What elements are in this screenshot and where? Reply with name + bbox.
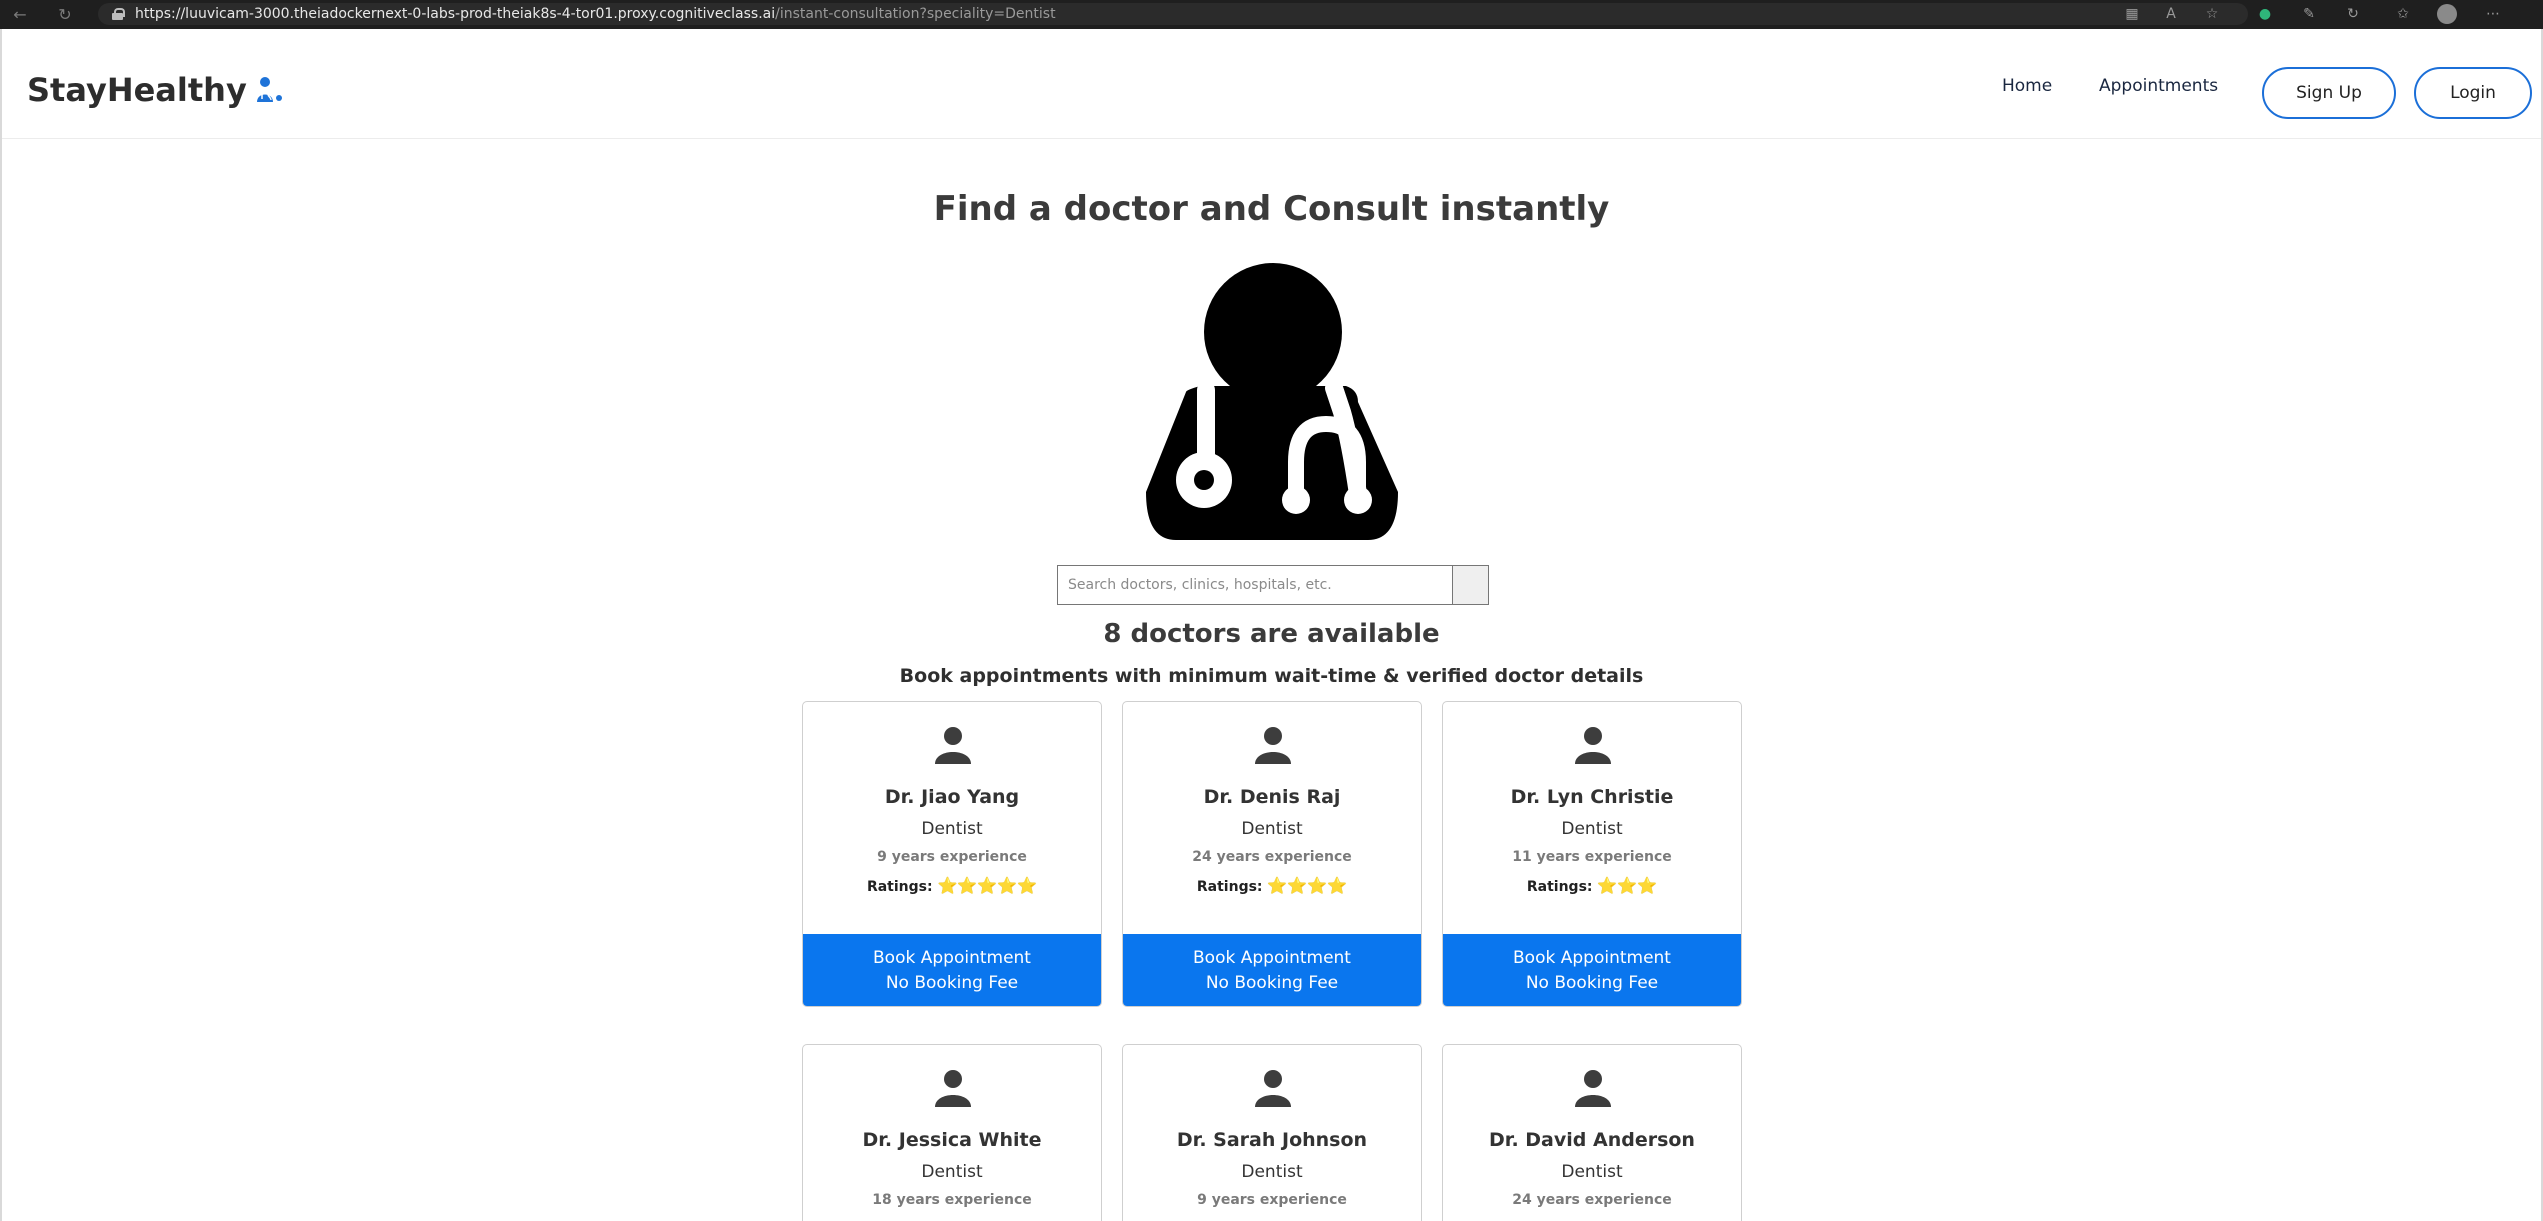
doctor-speciality: Dentist (1561, 1162, 1623, 1182)
url-path: /instant-consultation?speciality=Dentist (775, 6, 1056, 22)
doctor-ratings: Ratings: ⭐⭐⭐⭐⭐ (803, 876, 1101, 895)
doctor-card: Dr. David Anderson Dentist 24 years expe… (1442, 1044, 1742, 1221)
book-appointment-button[interactable]: Book Appointment No Booking Fee (1123, 934, 1421, 1006)
sync-icon[interactable]: ↻ (2343, 4, 2363, 24)
person-icon (1255, 727, 1291, 764)
more-icon[interactable]: ⋯ (2483, 4, 2503, 24)
person-icon (1575, 1070, 1611, 1107)
signup-button[interactable]: Sign Up (2262, 67, 2396, 119)
doctor-card: Dr. Jessica White Dentist 18 years exper… (802, 1044, 1102, 1221)
rating-stars: ⭐⭐⭐⭐⭐ (937, 876, 1038, 895)
doctor-name: Dr. Jiao Yang (884, 786, 1020, 808)
page: StayHealthy Home Appointments Sign Up Lo… (0, 29, 2543, 1221)
favorite-star-icon[interactable]: ☆ (2202, 4, 2222, 24)
booking-fee-label: No Booking Fee (1525, 973, 1659, 993)
brand-name: StayHealthy (27, 71, 247, 109)
doctor-experience: 18 years experience (872, 1192, 1032, 1208)
book-appointment-label: Book Appointment (1193, 948, 1351, 968)
doctor-ratings: Ratings: ⭐⭐⭐ (1443, 876, 1741, 895)
doctor-speciality: Dentist (921, 819, 983, 839)
book-appointment-label: Book Appointment (873, 948, 1031, 968)
ratings-label: Ratings: (866, 879, 933, 895)
doctor-name: Dr. Sarah Johnson (1176, 1129, 1368, 1151)
back-icon[interactable]: ← (10, 4, 30, 24)
book-appointment-label: Book Appointment (1513, 948, 1671, 968)
doctor-name: Dr. Denis Raj (1203, 786, 1341, 808)
person-icon (935, 727, 971, 764)
book-appointment-button[interactable]: Book Appointment No Booking Fee (803, 934, 1101, 1006)
book-appointment-button[interactable]: Book Appointment No Booking Fee (1443, 934, 1741, 1006)
doctor-card: Dr. Jiao Yang Dentist 9 years experience… (802, 701, 1102, 1007)
doctor-name: Dr. Jessica White (862, 1129, 1042, 1151)
nav-appointments-link[interactable]: Appointments (2099, 76, 2218, 96)
doctor-speciality: Dentist (1241, 819, 1303, 839)
url-host: https://luuvicam-3000.theiadockernext-0-… (135, 6, 776, 22)
doctor-experience: 24 years experience (1512, 1192, 1672, 1208)
login-button[interactable]: Login (2414, 67, 2532, 119)
doctor-ratings: Ratings: ⭐⭐⭐⭐ (1123, 876, 1421, 895)
page-title: Find a doctor and Consult instantly (933, 189, 1610, 229)
doctor-card: Dr. Lyn Christie Dentist 11 years experi… (1442, 701, 1742, 1007)
profile-avatar[interactable] (2437, 4, 2457, 24)
doctor-count: 8 doctors are available (1103, 619, 1440, 649)
doctor-speciality: Dentist (1241, 1162, 1303, 1182)
doctor-name: Dr. Lyn Christie (1510, 786, 1674, 808)
apps-icon[interactable]: ▦ (2122, 4, 2142, 24)
address-bar[interactable]: https://luuvicam-3000.theiadockernext-0-… (98, 3, 2248, 25)
doctor-experience: 9 years experience (1197, 1192, 1347, 1208)
subheading: Book appointments with minimum wait-time… (899, 665, 1644, 687)
doctor-speciality: Dentist (921, 1162, 983, 1182)
doctor-logo-icon (256, 77, 282, 102)
rating-stars: ⭐⭐⭐ (1597, 876, 1658, 895)
browser-toolbar: ← ↻ https://luuvicam-3000.theiadockernex… (0, 0, 2543, 29)
booking-fee-label: No Booking Fee (1205, 973, 1339, 993)
rating-stars: ⭐⭐⭐⭐ (1267, 876, 1348, 895)
nav-home-link[interactable]: Home (2002, 76, 2052, 96)
doctor-name: Dr. David Anderson (1489, 1129, 1695, 1151)
brand-logo[interactable]: StayHealthy (27, 71, 287, 109)
read-aloud-icon[interactable]: A (2161, 4, 2181, 24)
extension-icon[interactable]: ✎ (2299, 4, 2319, 24)
favorites-icon[interactable]: ✩ (2393, 4, 2413, 24)
doctor-card: Dr. Sarah Johnson Dentist 9 years experi… (1122, 1044, 1422, 1221)
ratings-label: Ratings: (1196, 879, 1263, 895)
person-icon (1575, 727, 1611, 764)
doctor-search (1057, 565, 1489, 605)
search-button[interactable] (1452, 565, 1489, 605)
doctor-speciality: Dentist (1561, 819, 1623, 839)
reload-icon[interactable]: ↻ (55, 4, 75, 24)
booking-fee-label: No Booking Fee (885, 973, 1019, 993)
doctor-card: Dr. Denis Raj Dentist 24 years experienc… (1122, 701, 1422, 1007)
doctor-experience: 24 years experience (1192, 849, 1352, 865)
search-input[interactable] (1057, 565, 1452, 605)
person-icon (1255, 1070, 1291, 1107)
ratings-label: Ratings: (1526, 879, 1593, 895)
grammarly-icon[interactable]: ● (2255, 4, 2275, 24)
doctor-stethoscope-icon (1146, 263, 1398, 540)
person-icon (935, 1070, 971, 1107)
navbar: StayHealthy Home Appointments Sign Up Lo… (2, 29, 2541, 139)
lock-icon (112, 8, 125, 20)
doctor-experience: 11 years experience (1512, 849, 1672, 865)
doctor-experience: 9 years experience (877, 849, 1027, 865)
